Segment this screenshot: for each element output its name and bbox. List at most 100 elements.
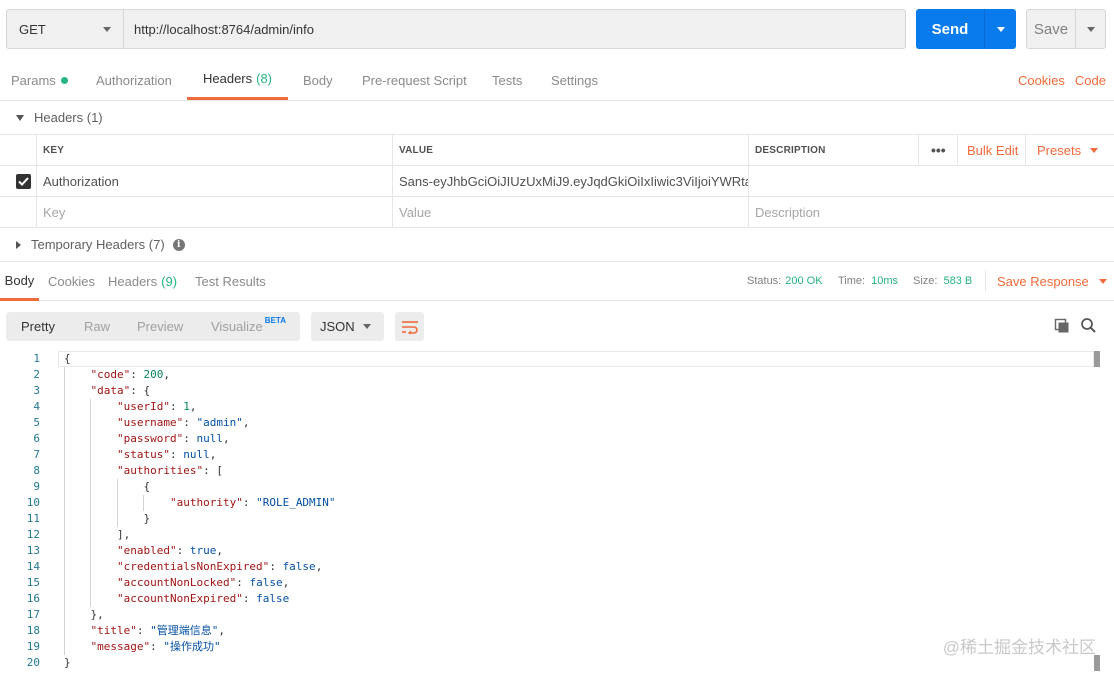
- code-token: "admin": [196, 416, 243, 429]
- wrap-lines-button[interactable]: [395, 312, 424, 341]
- header-enabled-checkbox[interactable]: [9, 166, 35, 196]
- indent-guide: [90, 559, 92, 575]
- code-token: :: [242, 592, 257, 605]
- tab-settings[interactable]: Settings: [551, 60, 598, 100]
- indent-guide: [64, 479, 65, 495]
- tab-authorization[interactable]: Authorization: [96, 60, 172, 100]
- code-link[interactable]: Code: [1075, 73, 1106, 88]
- code-token: "accountNonExpired": [116, 592, 243, 605]
- header-value-input[interactable]: Sans-eyJhbGciOiJIUzUxMiJ9.eyJqdGkiOiIxIi…: [392, 166, 748, 196]
- headers-table-header: KEY VALUE DESCRIPTION ••• Bulk Edit Pres…: [0, 135, 1114, 166]
- indent-guide: [64, 559, 65, 575]
- view-preview-button[interactable]: Preview: [137, 312, 183, 341]
- view-raw-button[interactable]: Raw: [84, 312, 110, 341]
- code-line: "status": null,: [64, 447, 1094, 463]
- code-lines: { "code": 200, "data": { "userId": 1, "u…: [64, 351, 1094, 671]
- save-options-button[interactable]: [1076, 26, 1105, 32]
- code-token: "title": [90, 624, 137, 637]
- method-select[interactable]: GET: [6, 9, 123, 49]
- view-pretty-button[interactable]: Pretty: [21, 312, 55, 341]
- line-number: 3: [33, 384, 40, 397]
- code-token: :: [242, 496, 257, 509]
- status-divider: [985, 271, 986, 291]
- format-select[interactable]: JSON: [311, 312, 384, 341]
- tab-response-cookies[interactable]: Cookies: [48, 262, 95, 301]
- code-line: "credentialsNonExpired": false,: [64, 559, 1094, 575]
- size-value[interactable]: 583 B: [943, 275, 972, 287]
- indent-guide: [90, 415, 92, 431]
- header-key-input[interactable]: Authorization: [36, 166, 392, 196]
- cookies-link[interactable]: Cookies: [1018, 73, 1065, 88]
- code-token: false: [249, 576, 283, 589]
- code-line: "authorities": [: [64, 463, 1094, 479]
- overview-ruler-marker: [1094, 351, 1100, 367]
- url-input[interactable]: http://localhost:8764/admin/info: [123, 9, 906, 49]
- code-token: :: [183, 416, 197, 429]
- code-line: }: [64, 511, 1094, 527]
- tab-response-body[interactable]: Body: [0, 262, 39, 301]
- tab-prerequest-script[interactable]: Pre-request Script: [362, 60, 467, 100]
- code-line: "enabled": true,: [64, 543, 1094, 559]
- format-label: JSON: [320, 319, 355, 334]
- headers-section-title: Headers (1): [34, 110, 103, 125]
- indent-guide: [143, 495, 145, 511]
- header-row: Authorization Sans-eyJhbGciOiJIUzUxMiJ9.…: [0, 166, 1114, 197]
- time-value[interactable]: 10ms: [871, 275, 898, 287]
- code-token: :: [130, 368, 144, 381]
- code-line: "userId": 1,: [64, 399, 1094, 415]
- tab-response-headers[interactable]: Headers (9): [108, 262, 177, 301]
- code-token: ,: [218, 624, 225, 637]
- column-divider: [1025, 135, 1026, 165]
- tab-test-results[interactable]: Test Results: [195, 262, 266, 301]
- status-value[interactable]: 200 OK: [785, 275, 822, 287]
- headers-section-toggle[interactable]: Headers (1): [0, 101, 1114, 134]
- presets-label: Presets: [1037, 142, 1082, 158]
- indent-guide: [64, 527, 65, 543]
- view-visualize-button[interactable]: Visualize BETA: [211, 312, 286, 341]
- send-label: Send: [931, 20, 969, 38]
- code-token: false: [256, 592, 290, 605]
- new-description-input[interactable]: Description: [748, 197, 1114, 227]
- bulk-edit-link[interactable]: Bulk Edit: [960, 135, 1026, 165]
- response-body-editor[interactable]: 1 2 3 4 5 6 7 8 9 10 11 12 13 14 15 16 17 18 19 20 { "code"…: [0, 351, 1114, 675]
- watermark: @稀土掘金技术社区: [942, 638, 1096, 657]
- time-label: Time:: [838, 275, 866, 287]
- code-line: {: [64, 351, 1094, 367]
- copy-button[interactable]: [1054, 318, 1070, 334]
- search-button[interactable]: [1080, 317, 1097, 334]
- method-label: GET: [19, 21, 46, 37]
- presets-dropdown[interactable]: Presets: [1030, 135, 1106, 165]
- tab-headers[interactable]: Headers (8): [187, 60, 288, 100]
- send-options-button[interactable]: [985, 26, 1016, 32]
- save-response-button[interactable]: Save Response: [997, 262, 1107, 300]
- send-button[interactable]: Send: [916, 9, 1016, 49]
- tab-params[interactable]: Params: [11, 60, 68, 100]
- new-key-input[interactable]: Key: [36, 197, 392, 227]
- indent-guide: [90, 575, 92, 591]
- temporary-headers-toggle[interactable]: Temporary Headers (7) i: [0, 228, 1114, 261]
- code-token: ,: [189, 400, 197, 413]
- chevron-down-icon: [1098, 278, 1107, 284]
- size-readout: Size: 583 B: [913, 262, 972, 300]
- wrap-lines-icon: [401, 320, 418, 334]
- indent-guide: [64, 639, 65, 655]
- new-value-input[interactable]: Value: [392, 197, 748, 227]
- save-button[interactable]: Save: [1026, 9, 1106, 49]
- code-token: true: [189, 544, 217, 557]
- save-label: Save: [1033, 20, 1069, 38]
- code-token: "userId": [116, 400, 170, 413]
- response-bar: Body Cookies Headers (9) Test Results St…: [0, 261, 1114, 301]
- code-token: "ROLE_ADMIN": [256, 496, 336, 509]
- request-tabs: Params Authorization Headers (8) Body Pr…: [0, 60, 1114, 101]
- more-options-icon[interactable]: •••: [924, 135, 954, 165]
- header-row-empty: Key Value Description: [0, 197, 1114, 228]
- tab-response-headers-count: (9): [161, 274, 178, 289]
- info-icon[interactable]: i: [172, 238, 185, 251]
- tab-body[interactable]: Body: [303, 60, 333, 100]
- url-text: http://localhost:8764/admin/info: [134, 21, 314, 37]
- header-description-input[interactable]: [748, 166, 1114, 196]
- line-number: 15: [26, 576, 40, 589]
- indent-guide: [64, 591, 65, 607]
- tab-tests[interactable]: Tests: [492, 60, 522, 100]
